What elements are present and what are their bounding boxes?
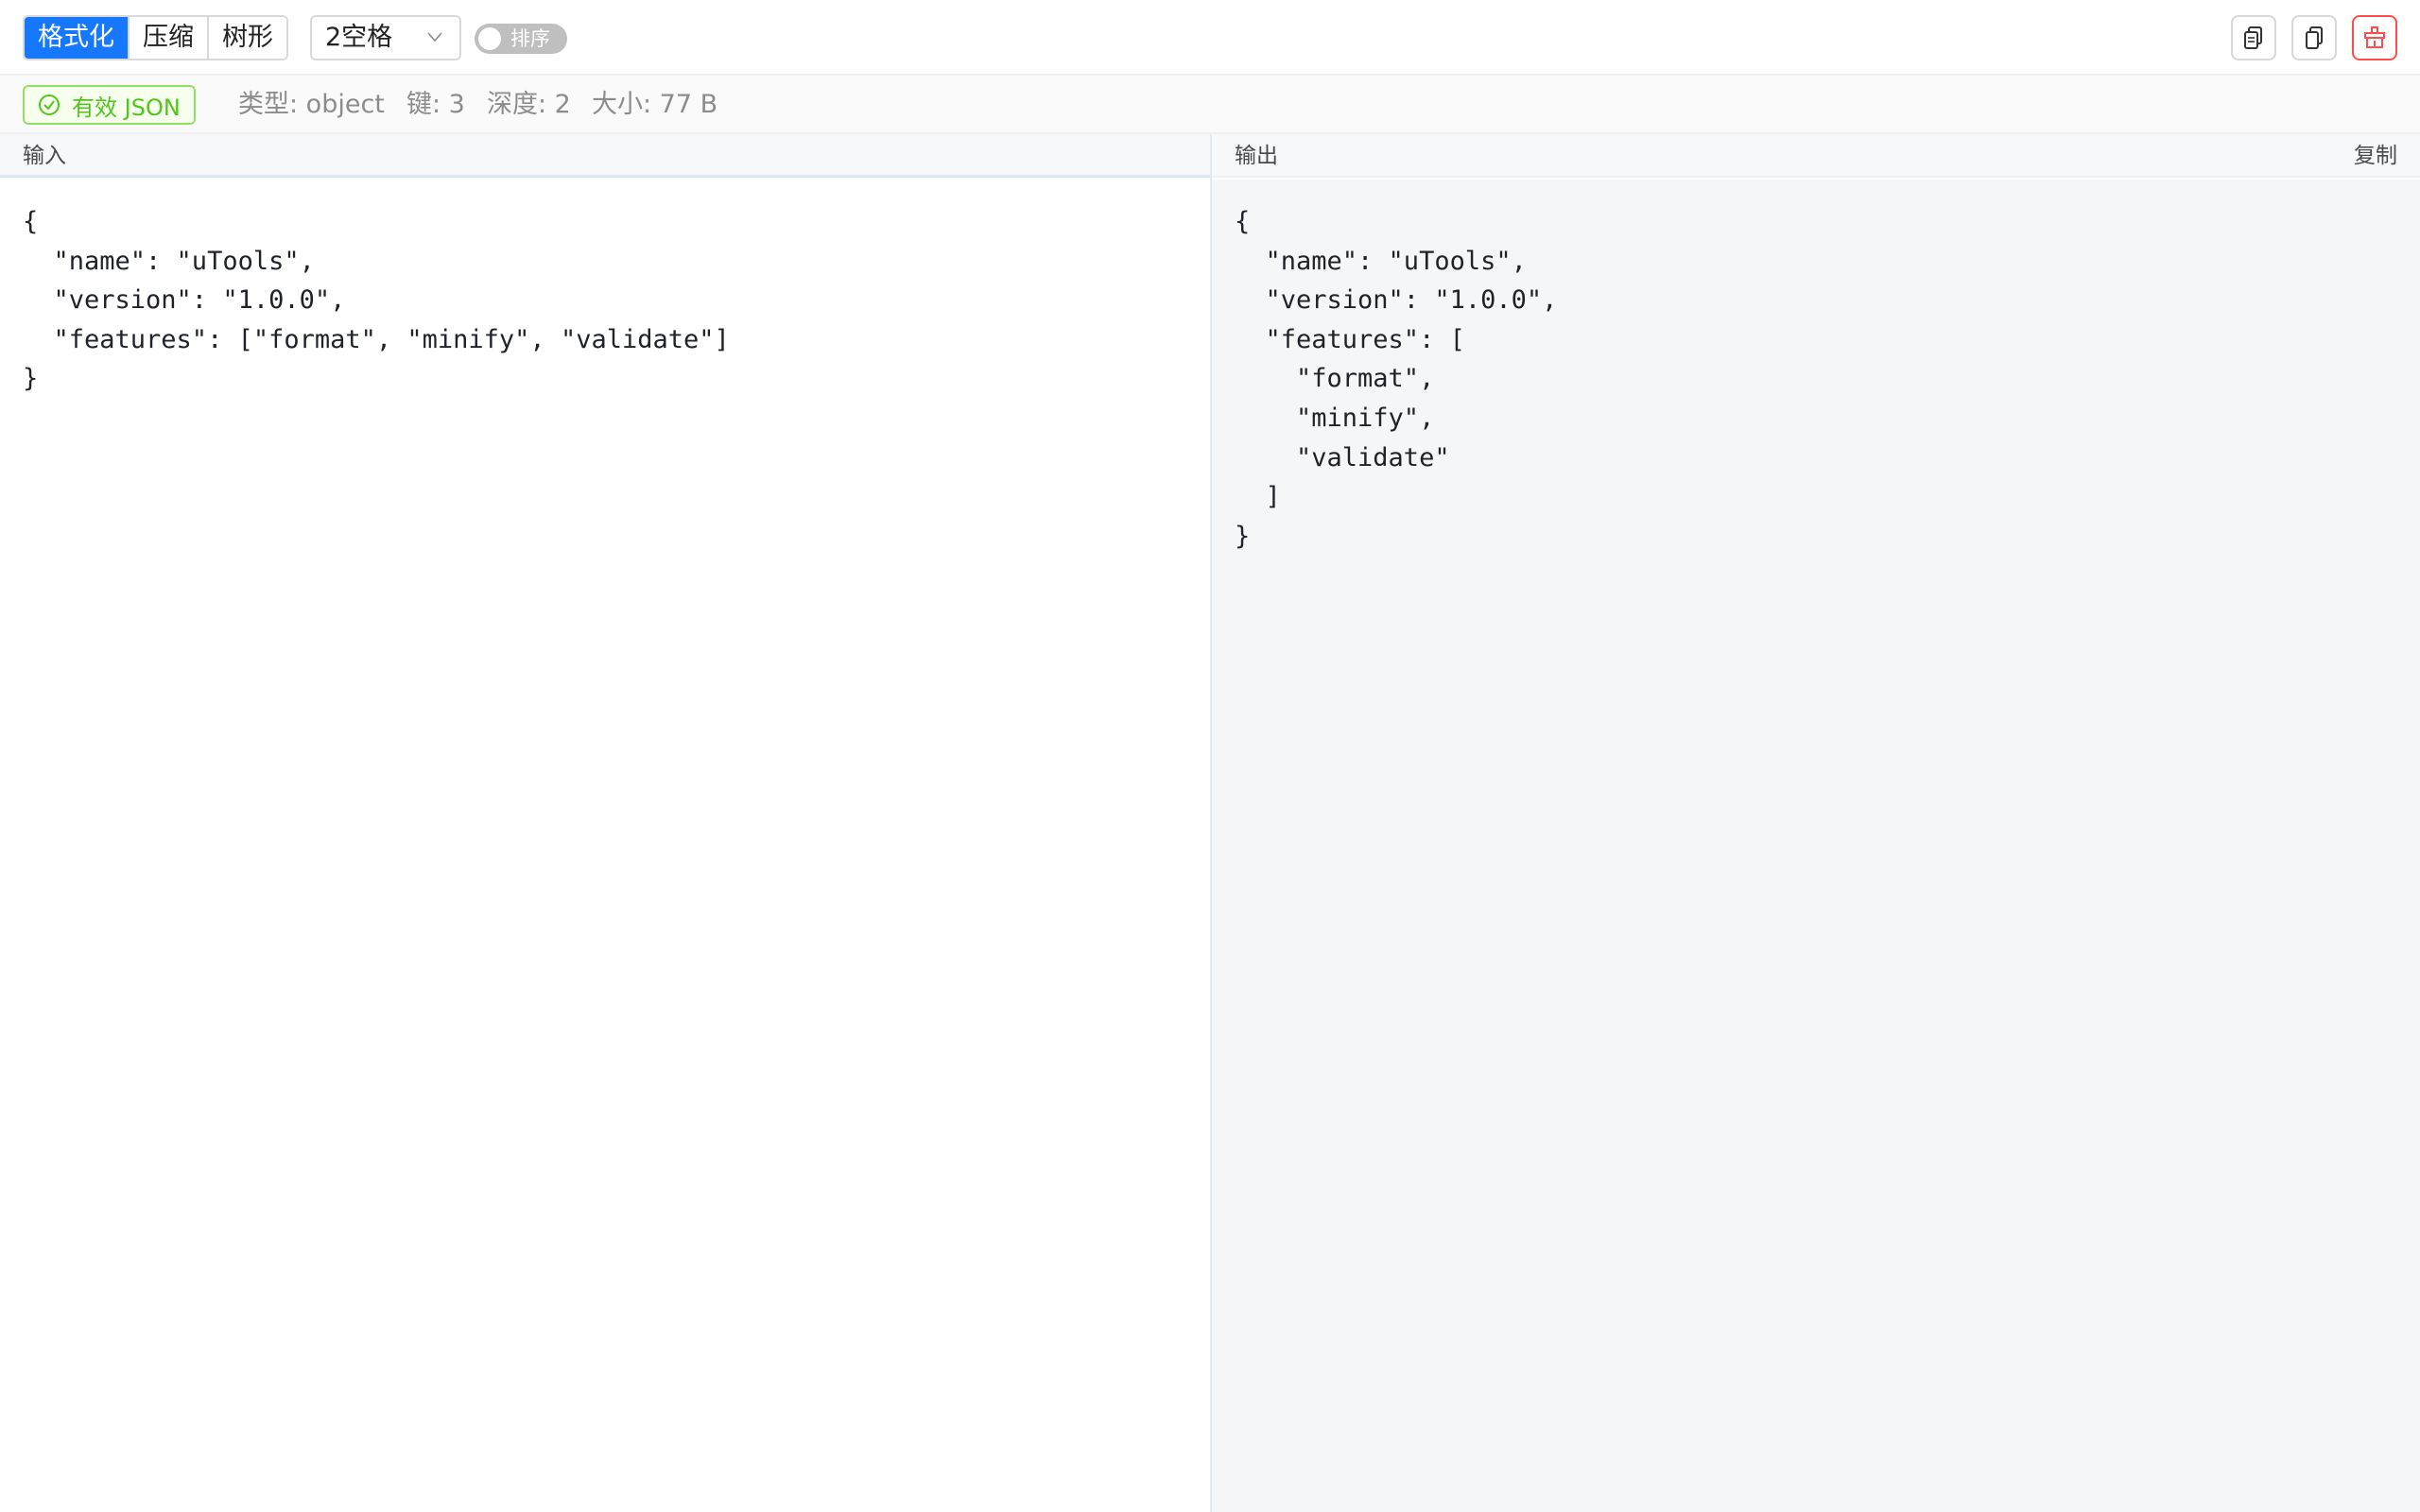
json-input-editor[interactable]: { "name": "uTools", "version": "1.0.0", … [0,180,1210,1512]
toolbar: 格式化 压缩 树形 2空格 排序 [0,0,2420,76]
keys-stat: 键: 3 [406,90,465,119]
sort-toggle-label: 排序 [510,27,550,50]
copy-input-button[interactable] [2231,15,2276,60]
valid-json-label: 有效 JSON [72,94,181,121]
duplicate-icon [2306,26,2323,49]
clear-icon [2364,26,2385,48]
input-pane-title: 输入 [23,144,66,168]
indent-select-value: 2空格 [325,23,393,52]
check-circle-icon [39,94,60,115]
chevron-down-icon [427,32,442,43]
status-bar: 有效 JSON 类型: object 键: 3 深度: 2 大小: 77 B [0,76,2420,134]
copy-output-button[interactable] [2291,15,2337,60]
json-output-view[interactable]: { "name": "uTools", "version": "1.0.0", … [1212,180,2420,1512]
format-mode-button[interactable]: 格式化 [25,17,130,59]
mode-segmented-control: 格式化 压缩 树形 [23,15,288,60]
depth-stat: 深度: 2 [487,90,571,119]
minify-mode-button[interactable]: 压缩 [130,17,209,59]
clear-button[interactable] [2352,15,2397,60]
size-stat: 大小: 77 B [592,90,718,119]
indent-select[interactable]: 2空格 [310,15,461,60]
type-stat: 类型: object [238,90,385,119]
sort-toggle[interactable]: 排序 [475,24,567,54]
output-pane-title: 输出 [1235,144,1278,168]
input-pane-header: 输入 [0,134,1210,178]
output-pane-header: 输出 复制 [1212,134,2420,178]
valid-json-badge: 有效 JSON [23,85,196,125]
tree-mode-button[interactable]: 树形 [209,17,286,59]
toggle-knob [478,27,501,50]
copy-output-link[interactable]: 复制 [2354,134,2397,178]
copy-icon [2244,26,2262,49]
